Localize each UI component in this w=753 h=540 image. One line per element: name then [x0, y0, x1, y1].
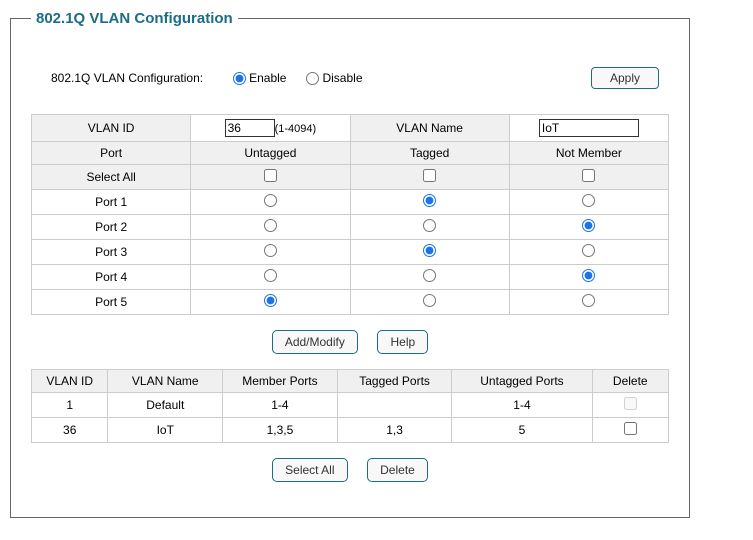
vlan-name-cell	[509, 115, 668, 142]
config-enable-row: 802.1Q VLAN Configuration: Enable Disabl…	[51, 67, 669, 89]
port4-notmember-cell	[509, 265, 668, 290]
list-untagged-header: Untagged Ports	[452, 370, 592, 393]
select-all-notmember-checkbox[interactable]	[582, 169, 595, 182]
row0-untagged: 1-4	[452, 393, 592, 418]
port4-notmember-radio[interactable]	[582, 269, 595, 282]
vlan-id-header: VLAN ID	[32, 115, 191, 142]
row1-delete-checkbox[interactable]	[624, 422, 637, 435]
row0-member: 1-4	[223, 393, 338, 418]
port2-tagged-radio[interactable]	[423, 219, 436, 232]
select-all-notmember-cell	[509, 165, 668, 190]
port-label: Port 5	[32, 290, 191, 315]
port2-notmember-cell	[509, 215, 668, 240]
select-all-tagged-cell	[350, 165, 509, 190]
delete-button[interactable]: Delete	[367, 458, 428, 482]
port3-tagged-cell	[350, 240, 509, 265]
vlan-list-table: VLAN ID VLAN Name Member Ports Tagged Po…	[31, 369, 669, 443]
notmember-header: Not Member	[509, 142, 668, 165]
port4-tagged-radio[interactable]	[423, 269, 436, 282]
select-all-tagged-checkbox[interactable]	[423, 169, 436, 182]
disable-radio-item[interactable]: Disable	[306, 71, 362, 85]
list-delete-header: Delete	[592, 370, 668, 393]
port1-tagged-cell	[350, 190, 509, 215]
add-modify-button[interactable]: Add/Modify	[272, 330, 358, 354]
port-header: Port	[32, 142, 191, 165]
row1-delete-cell	[592, 418, 668, 443]
vlan-config-fieldset: 802.1Q VLAN Configuration 802.1Q VLAN Co…	[10, 10, 690, 518]
select-all-untagged-checkbox[interactable]	[264, 169, 277, 182]
table-row: 1 Default 1-4 1-4	[32, 393, 669, 418]
port-label: Port 4	[32, 265, 191, 290]
enable-radio-item[interactable]: Enable	[233, 71, 286, 85]
row1-untagged: 5	[452, 418, 592, 443]
port3-tagged-radio[interactable]	[423, 244, 436, 257]
select-all-untagged-cell	[191, 165, 350, 190]
config-label: 802.1Q VLAN Configuration:	[51, 71, 203, 85]
port5-notmember-cell	[509, 290, 668, 315]
port2-notmember-radio[interactable]	[582, 219, 595, 232]
port1-tagged-radio[interactable]	[423, 194, 436, 207]
tagged-header: Tagged	[350, 142, 509, 165]
list-member-header: Member Ports	[223, 370, 338, 393]
port2-tagged-cell	[350, 215, 509, 240]
port1-notmember-cell	[509, 190, 668, 215]
fieldset-legend: 802.1Q VLAN Configuration	[31, 10, 238, 27]
row0-tagged	[337, 393, 452, 418]
disable-label: Disable	[322, 71, 362, 85]
port-label: Port 1	[32, 190, 191, 215]
port5-tagged-cell	[350, 290, 509, 315]
list-vlanid-header: VLAN ID	[32, 370, 108, 393]
vlan-id-input[interactable]	[225, 119, 275, 137]
help-button[interactable]: Help	[377, 330, 428, 354]
enable-radio-group: Enable Disable	[233, 71, 362, 85]
port-label: Port 3	[32, 240, 191, 265]
select-all-button[interactable]: Select All	[272, 458, 347, 482]
list-button-row: Select All Delete	[31, 458, 669, 482]
vlan-id-range: (1-4094)	[275, 123, 317, 135]
row1-id: 36	[32, 418, 108, 443]
port5-untagged-radio[interactable]	[264, 294, 277, 307]
port5-notmember-radio[interactable]	[582, 294, 595, 307]
untagged-header: Untagged	[191, 142, 350, 165]
port1-notmember-radio[interactable]	[582, 194, 595, 207]
vlan-name-header: VLAN Name	[350, 115, 509, 142]
enable-label: Enable	[249, 71, 286, 85]
edit-button-row: Add/Modify Help	[31, 330, 669, 354]
port1-untagged-radio[interactable]	[264, 194, 277, 207]
row1-member: 1,3,5	[223, 418, 338, 443]
list-vlanname-header: VLAN Name	[108, 370, 223, 393]
row0-delete-cell	[592, 393, 668, 418]
enable-radio[interactable]	[233, 72, 246, 85]
list-tagged-header: Tagged Ports	[337, 370, 452, 393]
port3-untagged-radio[interactable]	[264, 244, 277, 257]
row1-name: IoT	[108, 418, 223, 443]
vlan-edit-table: VLAN ID (1-4094) VLAN Name Port Untagged…	[31, 114, 669, 315]
table-row: 36 IoT 1,3,5 1,3 5	[32, 418, 669, 443]
port3-untagged-cell	[191, 240, 350, 265]
row0-name: Default	[108, 393, 223, 418]
port5-untagged-cell	[191, 290, 350, 315]
port4-untagged-radio[interactable]	[264, 269, 277, 282]
port2-untagged-cell	[191, 215, 350, 240]
port-label: Port 2	[32, 215, 191, 240]
vlan-name-input[interactable]	[539, 119, 639, 137]
select-all-label: Select All	[32, 165, 191, 190]
vlan-id-cell: (1-4094)	[191, 115, 350, 142]
row0-id: 1	[32, 393, 108, 418]
port2-untagged-radio[interactable]	[264, 219, 277, 232]
disable-radio[interactable]	[306, 72, 319, 85]
port5-tagged-radio[interactable]	[423, 294, 436, 307]
port3-notmember-cell	[509, 240, 668, 265]
port1-untagged-cell	[191, 190, 350, 215]
port4-untagged-cell	[191, 265, 350, 290]
row0-delete-checkbox	[624, 397, 637, 410]
port4-tagged-cell	[350, 265, 509, 290]
apply-button[interactable]: Apply	[591, 67, 659, 89]
port3-notmember-radio[interactable]	[582, 244, 595, 257]
row1-tagged: 1,3	[337, 418, 452, 443]
